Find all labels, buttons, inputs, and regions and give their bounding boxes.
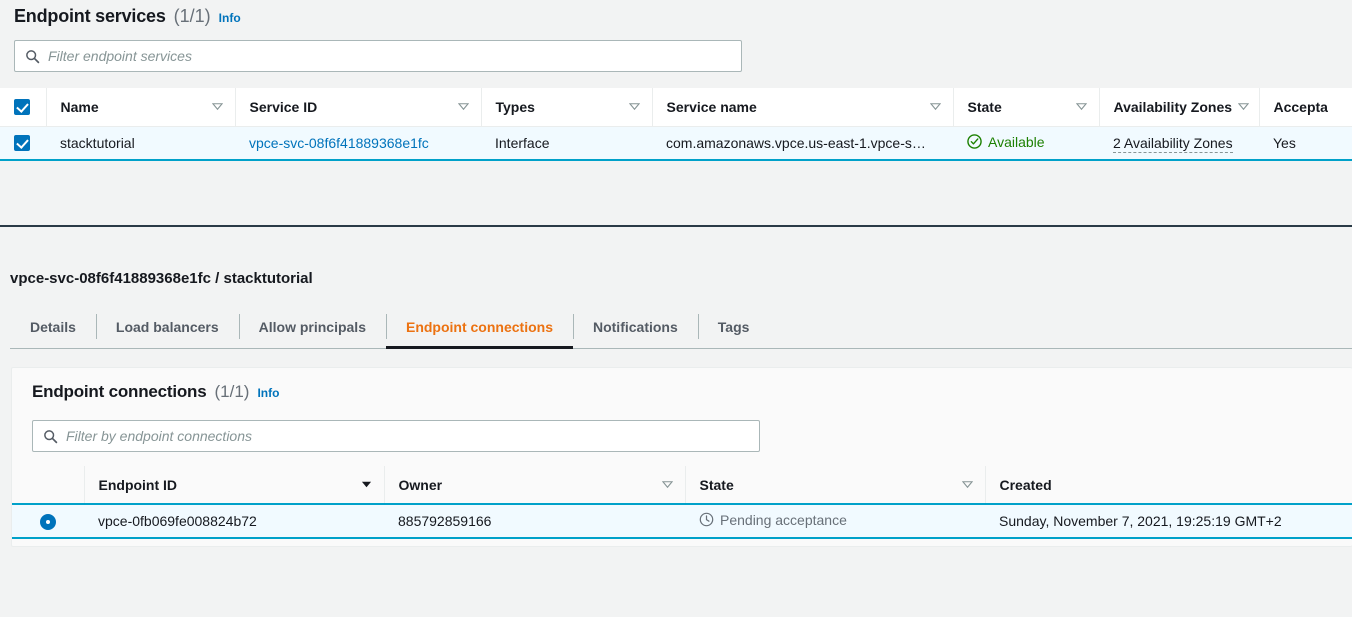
cell-state: Available [953,125,1099,161]
sort-icon[interactable] [661,477,685,493]
cell-state: Pending acceptance [685,503,985,539]
column-header-types[interactable]: Types [480,88,652,127]
cell-owner: 885792859166 [384,503,685,539]
select-all-header[interactable] [0,88,46,127]
table-header-row: Name Service ID Types Service name State… [0,88,1352,127]
endpoint-connections-table: Endpoint ID Owner State Created vpce-0fb… [12,466,1352,539]
cell-availability-zones: 2 Availability Zones [1099,125,1259,161]
tab-label: Details [30,318,76,335]
endpoint-services-header: Endpoint services (1/1) Info [0,0,1352,27]
column-header-name[interactable]: Name [45,88,235,127]
detail-title: vpce-svc-08f6f41889368e1fc / stacktutori… [10,270,313,287]
cell-service-id: vpce-svc-08f6f41889368e1fc [235,125,481,161]
sort-icon[interactable] [929,99,953,115]
tab-details[interactable]: Details [10,305,96,348]
cell-created: Sunday, November 7, 2021, 19:25:19 GMT+2 [985,503,1352,539]
column-header-availability-zones[interactable]: Availability Zones [1098,88,1261,127]
tab-tags[interactable]: Tags [697,305,770,348]
endpoint-services-filter[interactable] [14,40,742,72]
column-header-owner[interactable]: Owner [383,466,685,505]
tab-label: Allow principals [258,318,366,335]
row-select-header [12,466,84,505]
column-header-service-id[interactable]: Service ID [234,88,481,127]
check-circle-icon [967,134,982,149]
sort-icon[interactable] [1237,99,1261,115]
clock-icon [699,512,714,527]
endpoint-services-page: Endpoint services (1/1) Info Filter endp… [0,0,1352,617]
info-link[interactable]: Info [257,386,279,400]
tab-label: Tags [717,318,750,335]
row-select-cell[interactable] [0,125,46,161]
table-row[interactable]: vpce-0fb069fe008824b72 885792859166 Pend… [12,503,1352,539]
info-link[interactable]: Info [219,11,241,25]
state-label: Available [988,133,1045,150]
column-header-acceptance[interactable]: Accepta [1258,88,1352,127]
row-checkbox[interactable] [14,135,30,152]
tab-endpoint-connections[interactable]: Endpoint connections [385,305,573,349]
cell-acceptance: Yes [1259,125,1352,161]
sort-desc-icon[interactable] [361,477,384,493]
sort-icon[interactable] [1075,99,1099,115]
sort-icon[interactable] [457,99,481,115]
column-header-state[interactable]: State [684,466,985,505]
filter-endpoint-connections-input[interactable] [66,421,759,451]
tab-label: Notifications [592,318,678,335]
filter-endpoint-services-input[interactable] [48,41,741,71]
availability-zones-popover[interactable]: 2 Availability Zones [1113,134,1233,153]
endpoint-connections-filter[interactable] [32,420,760,452]
column-header-state[interactable]: State [952,88,1099,127]
sort-icon[interactable] [211,99,235,115]
tab-label: Endpoint connections [405,318,553,335]
detail-tabs: Details Load balancers Allow principals … [10,305,1352,349]
tab-load-balancers[interactable]: Load balancers [95,305,239,348]
cell-endpoint-id: vpce-0fb069fe008824b72 [84,503,384,539]
search-icon [25,49,40,64]
endpoint-service-detail-panel: vpce-svc-08f6f41889368e1fc / stacktutori… [0,227,1352,617]
cell-types: Interface [481,125,652,161]
sort-icon[interactable] [628,99,652,115]
tab-notifications[interactable]: Notifications [572,305,698,348]
column-header-endpoint-id[interactable]: Endpoint ID [83,466,384,505]
section-title: Endpoint connections [32,382,207,401]
cell-service-name: com.amazonaws.vpce.us-east-1.vpce-s… [652,125,953,161]
endpoint-connections-header: Endpoint connections (1/1) Info [12,368,1352,402]
table-header-row: Endpoint ID Owner State Created [12,466,1352,505]
row-select-cell[interactable] [12,503,84,539]
cell-name: stacktutorial [46,125,235,161]
column-header-created[interactable]: Created [984,466,1352,505]
row-radio-button[interactable] [40,513,56,530]
endpoint-connections-card: Endpoint connections (1/1) Info Filter b… [11,367,1352,547]
section-title-count: (1/1) [214,382,250,401]
state-label: Pending acceptance [720,511,847,528]
table-row[interactable]: stacktutorial vpce-svc-08f6f41889368e1fc… [0,125,1352,161]
endpoint-services-table: Name Service ID Types Service name State… [0,88,1352,161]
tab-allow-principals[interactable]: Allow principals [238,305,386,348]
select-all-checkbox[interactable] [14,99,30,116]
page-title-count: (1/1) [173,6,211,26]
column-header-service-name[interactable]: Service name [651,88,953,127]
sort-icon[interactable] [961,477,985,493]
service-id-link[interactable]: vpce-svc-08f6f41889368e1fc [249,135,429,151]
tab-label: Load balancers [115,318,219,335]
page-title: Endpoint services [14,6,166,26]
endpoint-services-panel: Endpoint services (1/1) Info Filter endp… [0,0,1352,226]
search-icon [43,429,58,444]
